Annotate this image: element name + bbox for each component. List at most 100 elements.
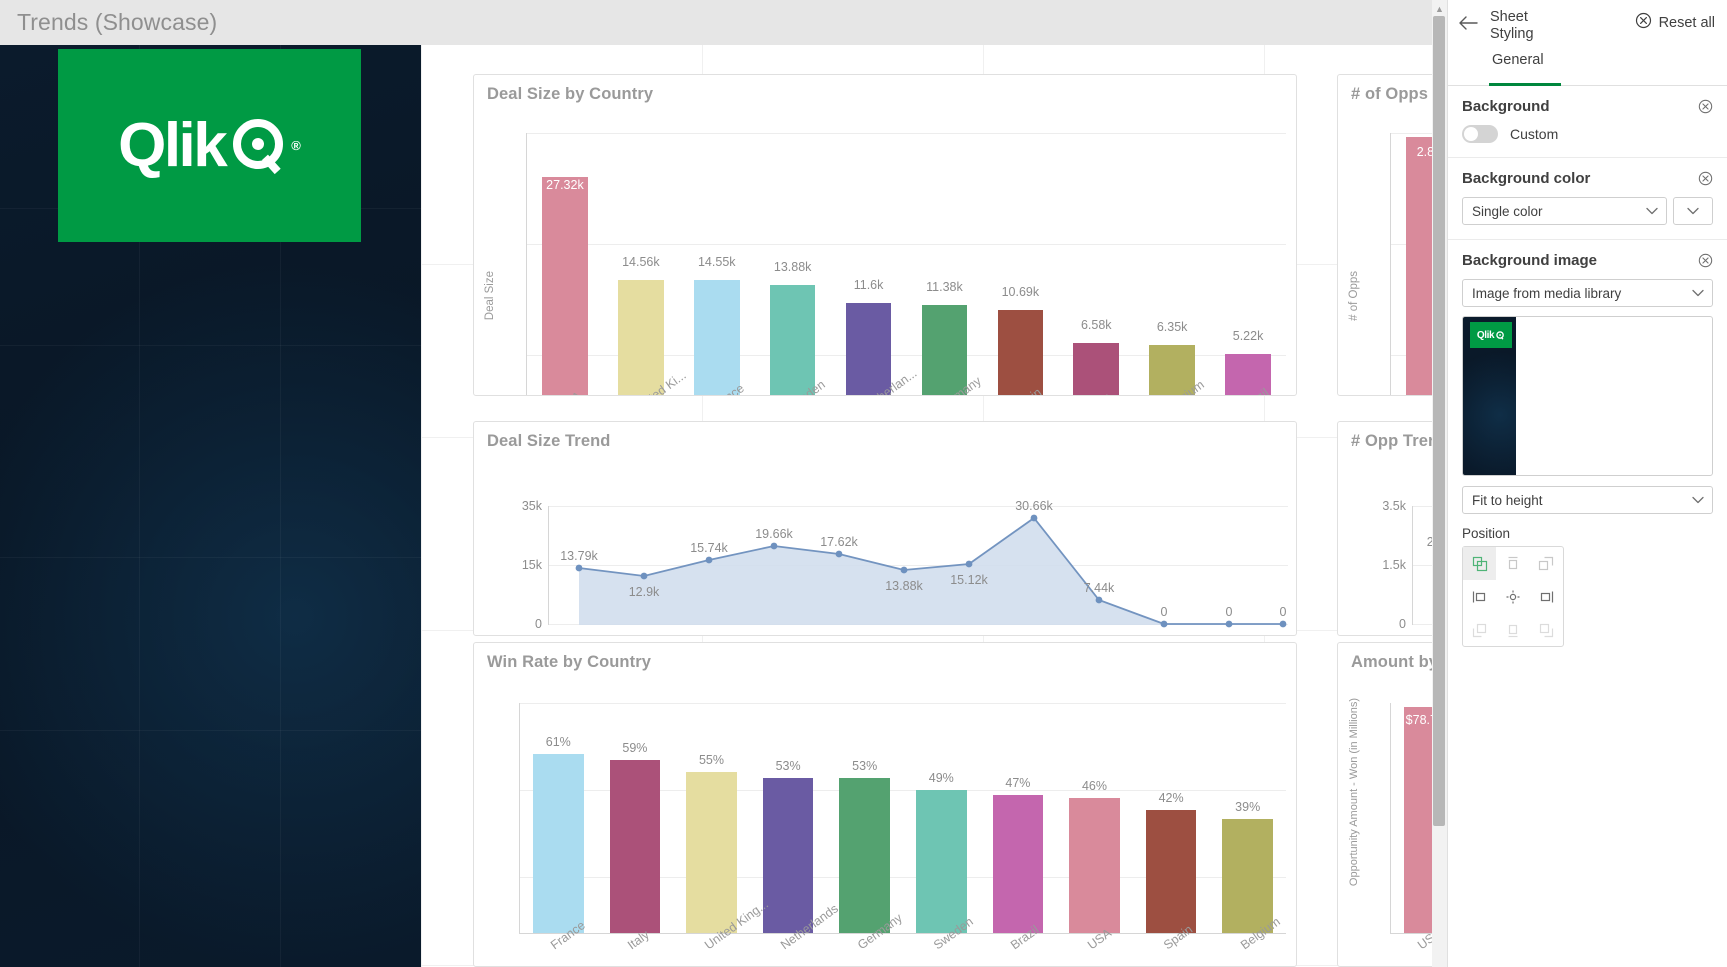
y-axis-title: # of Opps <box>1348 271 1360 321</box>
point-value-label: 13.88k <box>885 579 923 593</box>
background-image-source-select[interactable]: Image from media library <box>1462 279 1713 307</box>
reset-section-background-icon[interactable] <box>1698 99 1713 114</box>
bar[interactable] <box>1073 343 1119 395</box>
background-image-thumbnail: Qlik <box>1463 317 1516 475</box>
chevron-down-icon <box>1692 289 1704 297</box>
qlik-logo-thumbnail: Qlik <box>1470 322 1512 348</box>
chevron-down-icon <box>1646 207 1658 215</box>
bar[interactable] <box>533 754 584 933</box>
plot-area: 13.79k 12.9k 15.74k 19.66k 17.62k 13.88k 15.12… <box>522 470 1288 635</box>
bar[interactable] <box>609 760 661 933</box>
panel-title: Sheet Styling <box>1490 9 1534 42</box>
sheet-styling-panel: Sheet Styling Reset all General Backgrou… <box>1447 0 1727 967</box>
plot-area: 61% 59% 55% 53% 53% 49% 47% 46% 42% 39% France Ita… <box>519 695 1286 966</box>
section-label: Background color <box>1462 170 1591 187</box>
bar[interactable] <box>542 177 588 395</box>
toggle-knob <box>1464 127 1478 141</box>
bar-value-label: 11.38k <box>926 279 963 294</box>
position-bottom-center-icon <box>1508 624 1518 637</box>
bar[interactable] <box>921 304 968 395</box>
position-middle-center-button[interactable] <box>1496 580 1529 613</box>
section-header: Background color <box>1462 170 1713 187</box>
background-color-mode-value: Single color <box>1472 203 1543 219</box>
y-axis-tick: 0 <box>535 617 542 631</box>
position-top-left-button[interactable] <box>1463 547 1497 580</box>
section-background: Background Custom <box>1448 86 1727 158</box>
chart-card-num-opp-trend[interactable]: # Opp Trend 3.5k 1.5k 0 2.31k <box>1337 421 1447 636</box>
custom-background-toggle-row: Custom <box>1462 125 1713 143</box>
chart-title: Amount by C <box>1351 653 1447 671</box>
chart-card-deal-size-trend[interactable]: Deal Size Trend 13.79k 12.9k 15.74k 19.6… <box>473 421 1297 636</box>
bar-value-label: 27.32k <box>546 178 584 193</box>
custom-background-toggle[interactable] <box>1462 125 1498 143</box>
bar-value-label: 10.69k <box>1001 285 1040 300</box>
position-middle-left-button[interactable] <box>1463 580 1496 613</box>
chevron-down-icon <box>1692 496 1704 504</box>
bar[interactable] <box>845 303 892 395</box>
bar[interactable] <box>997 310 1044 395</box>
page-title: Trends (Showcase) <box>17 9 218 35</box>
position-middle-left-icon <box>1472 591 1485 602</box>
chart-title: # of Opps by <box>1351 85 1447 103</box>
bar[interactable] <box>1145 810 1197 933</box>
chevron-down-icon <box>1687 207 1699 215</box>
position-bottom-left-button[interactable] <box>1463 613 1496 646</box>
point-value-label: 0 <box>1160 605 1168 619</box>
sheet-scrollbar-thumb[interactable] <box>1433 16 1445 826</box>
bar[interactable] <box>693 279 740 395</box>
background-image-preview[interactable]: Qlik <box>1462 316 1713 476</box>
bar-value-label: 11.6k <box>853 278 884 293</box>
position-bottom-center-button[interactable] <box>1496 613 1529 646</box>
background-image-size-select[interactable]: Fit to height <box>1462 486 1713 514</box>
bar[interactable] <box>992 795 1044 933</box>
sheet-background-image: Qlik ® <box>0 45 421 967</box>
reset-icon <box>1635 12 1652 33</box>
chart-card-win-rate-by-country[interactable]: Win Rate by Country Win Rate 61%59%55%53… <box>473 642 1297 967</box>
reset-all-label: Reset all <box>1658 14 1715 31</box>
tab-general[interactable]: General <box>1492 52 1544 77</box>
position-label: Position <box>1462 526 1511 541</box>
arrow-left-icon[interactable] <box>1458 12 1480 34</box>
point-value-label: 19.66k <box>755 527 793 541</box>
position-middle-center-icon <box>1506 590 1520 603</box>
chart-title: # Opp Trend <box>1351 432 1447 450</box>
y-axis-tick: 1.5k <box>1382 558 1406 572</box>
bar-value-label: 53% <box>852 758 878 773</box>
bar[interactable] <box>618 279 664 395</box>
reset-section-background-image-icon[interactable] <box>1698 253 1713 268</box>
bar[interactable] <box>762 777 814 933</box>
bar-value-label: 14.55k <box>697 254 736 269</box>
bar[interactable] <box>1069 798 1120 933</box>
bar-value-label: 53% <box>775 758 801 773</box>
bar[interactable] <box>839 777 890 933</box>
scroll-up-arrow-icon[interactable]: ▲ <box>1433 3 1446 16</box>
background-image-size-value: Fit to height <box>1472 492 1543 508</box>
chart-card-num-of-opps-by[interactable]: # of Opps by # of Opps 2.88k USA U... <box>1337 74 1447 396</box>
tab-active-underline <box>1489 83 1561 86</box>
position-top-right-button[interactable] <box>1530 547 1563 580</box>
bar[interactable] <box>686 771 737 933</box>
bars: 61% 59% 55% 53% 53% 49% 47% 46% 42% 39% <box>520 695 1286 934</box>
y-axis-tick: 0 <box>1399 617 1406 631</box>
sheet-header: Trends (Showcase) <box>0 0 1447 45</box>
custom-background-toggle-label: Custom <box>1510 126 1559 142</box>
bar[interactable] <box>1222 818 1273 933</box>
position-top-center-button[interactable] <box>1496 547 1529 580</box>
position-bottom-right-button[interactable] <box>1530 613 1563 646</box>
background-color-swatch-select[interactable] <box>1673 197 1713 225</box>
plot-area: 27.32k 14.56k 14.55k 13.88k 11.6k 11.38k 10.69… <box>526 127 1286 395</box>
reset-section-background-color-icon[interactable] <box>1698 171 1713 186</box>
chart-title: Deal Size Trend <box>487 432 611 450</box>
chart-card-amount-by-country[interactable]: Amount by C Opportunity Amount - Won (in… <box>1337 642 1447 967</box>
point-value-label: 13.79k <box>560 549 598 563</box>
position-middle-right-button[interactable] <box>1530 580 1563 613</box>
background-color-mode-select[interactable]: Single color <box>1462 197 1667 225</box>
qlik-q-icon <box>233 118 284 174</box>
bar[interactable] <box>916 789 967 933</box>
point-value-label: 0 <box>1279 605 1287 619</box>
reset-all-button[interactable]: Reset all <box>1635 12 1715 33</box>
bar[interactable] <box>769 284 816 395</box>
bar-value-label: 42% <box>1158 791 1184 805</box>
chart-card-deal-size-by-country[interactable]: Deal Size by Country Deal Size 27.32k 14.… <box>473 74 1297 396</box>
position-bottom-left-icon <box>1472 623 1486 637</box>
